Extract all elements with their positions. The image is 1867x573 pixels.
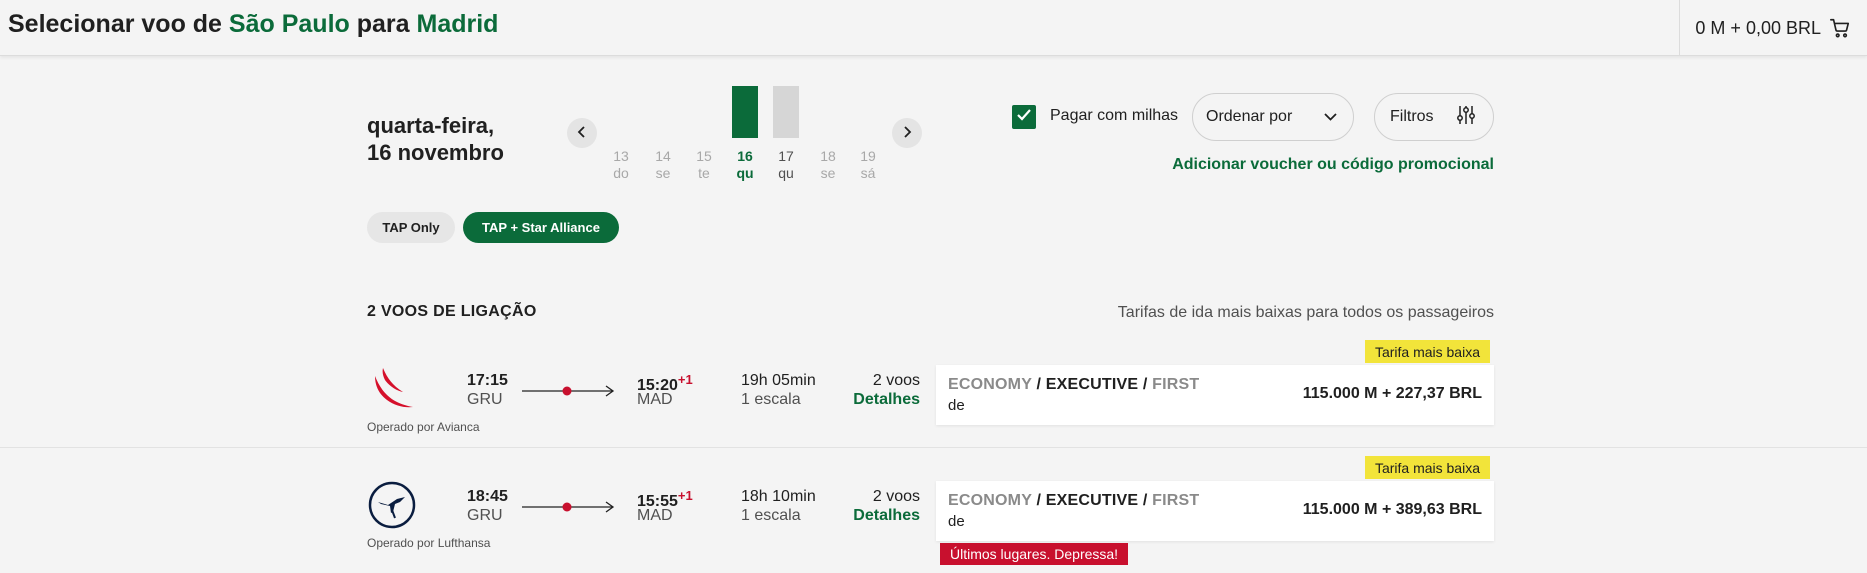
departure-airport: GRU bbox=[467, 507, 503, 524]
title-mid: para bbox=[349, 10, 417, 38]
cabin-first: FIRST bbox=[1152, 492, 1200, 509]
title-prefix: Selecionar voo de bbox=[8, 10, 229, 38]
departure-time: 17:15 bbox=[467, 372, 508, 389]
day-abbr: qu bbox=[778, 165, 794, 181]
flight-stops: 1 escala bbox=[741, 507, 801, 524]
day-16-selected[interactable]: 16 qu bbox=[730, 148, 760, 182]
flights-count: 2 voos bbox=[872, 488, 920, 505]
from-label: de bbox=[948, 513, 965, 530]
fare-price: 115.000 M + 389,63 BRL bbox=[1302, 501, 1482, 518]
cabin-executive: EXECUTIVE bbox=[1045, 492, 1139, 509]
flight-details-link[interactable]: Detalhes bbox=[853, 507, 920, 525]
from-label: de bbox=[948, 397, 965, 414]
fare-price: 115.000 M + 227,37 BRL bbox=[1302, 385, 1482, 402]
add-voucher-link[interactable]: Adicionar voucher ou código promocional bbox=[1172, 156, 1494, 174]
cart-total: 0 M + 0,00 BRL bbox=[1695, 17, 1821, 38]
day-number: 16 bbox=[737, 148, 753, 164]
day-abbr: qu bbox=[736, 165, 754, 181]
day-abbr: do bbox=[613, 165, 629, 181]
day-offset: +1 bbox=[677, 372, 693, 387]
day-number: 19 bbox=[860, 148, 876, 164]
page-title: Selecionar voo de São Paulo para Madrid bbox=[8, 10, 498, 39]
arrival-airport: MAD bbox=[637, 507, 673, 524]
flight-details-link[interactable]: Detalhes bbox=[853, 391, 920, 409]
departure-airport: GRU bbox=[467, 391, 503, 408]
chevron-down-icon bbox=[1324, 108, 1337, 126]
day-19[interactable]: 19 sá bbox=[853, 148, 883, 182]
day-abbr: sá bbox=[860, 165, 876, 181]
operated-by: Operado por Lufthansa bbox=[367, 536, 491, 550]
cabin-separator: / bbox=[1138, 376, 1153, 393]
day-17[interactable]: 17 qu bbox=[771, 148, 801, 182]
selected-weekday: quarta-feira, bbox=[367, 113, 495, 138]
flight-row: Operado por Avianca 17:15 GRU 15:20+1 MA… bbox=[0, 332, 1867, 447]
price-bar-day-16[interactable] bbox=[732, 86, 758, 138]
day-number: 15 bbox=[696, 148, 712, 164]
day-14[interactable]: 14 se bbox=[648, 148, 678, 182]
lowest-fare-badge: Tarifa mais baixa bbox=[1364, 456, 1490, 479]
shopping-cart-icon bbox=[1829, 17, 1851, 39]
avianca-logo-icon bbox=[367, 364, 417, 414]
day-abbr: se bbox=[820, 165, 836, 181]
flight-stops: 1 escala bbox=[741, 391, 801, 408]
day-offset: +1 bbox=[677, 488, 693, 503]
arrival-airport: MAD bbox=[637, 391, 673, 408]
lufthansa-logo-icon bbox=[367, 480, 417, 530]
day-15[interactable]: 15 te bbox=[689, 148, 719, 182]
origin-city: São Paulo bbox=[228, 10, 350, 38]
chevron-right-icon bbox=[902, 125, 912, 141]
day-number: 13 bbox=[613, 148, 629, 164]
destination-city: Madrid bbox=[416, 10, 499, 38]
lowest-fare-badge: Tarifa mais baixa bbox=[1364, 340, 1490, 363]
route-connection-icon bbox=[522, 384, 616, 398]
cabin-separator: / bbox=[1031, 492, 1046, 509]
previous-day-button[interactable] bbox=[567, 118, 597, 148]
cabin-classes: ECONOMY / EXECUTIVE / FIRST bbox=[948, 376, 1199, 394]
flight-row: Operado por Lufthansa 18:45 GRU 15:55+1 … bbox=[0, 447, 1867, 565]
last-seats-badge: Últimos lugares. Depressa! bbox=[940, 543, 1129, 565]
price-bar-day-17[interactable] bbox=[773, 86, 799, 138]
tap-only-toggle[interactable]: TAP Only bbox=[367, 212, 455, 243]
departure-time: 18:45 bbox=[467, 488, 508, 505]
selected-date: quarta-feira, 16 novembro bbox=[367, 112, 504, 166]
filters-button[interactable]: Filtros bbox=[1374, 93, 1494, 141]
day-18[interactable]: 18 se bbox=[813, 148, 843, 182]
cabin-executive: EXECUTIVE bbox=[1045, 376, 1139, 393]
cabin-economy: ECONOMY bbox=[948, 376, 1032, 393]
day-abbr: te bbox=[698, 165, 710, 181]
selected-day-month: 16 novembro bbox=[367, 140, 504, 165]
fare-card[interactable]: Tarifa mais baixa ECONOMY / EXECUTIVE / … bbox=[936, 340, 1494, 425]
tap-star-alliance-toggle[interactable]: TAP + Star Alliance bbox=[463, 212, 619, 243]
cabin-economy: ECONOMY bbox=[948, 492, 1032, 509]
route-connection-icon bbox=[522, 500, 616, 514]
top-bar: Selecionar voo de São Paulo para Madrid … bbox=[0, 0, 1867, 56]
sort-label: Ordenar por bbox=[1206, 108, 1293, 125]
pay-with-miles-label[interactable]: Pagar com milhas bbox=[1050, 107, 1178, 125]
operated-by: Operado por Avianca bbox=[367, 420, 480, 434]
pay-with-miles-checkbox[interactable] bbox=[1012, 105, 1036, 129]
results-section-title: 2 VOOS DE LIGAÇÃO bbox=[367, 303, 537, 320]
next-day-button[interactable] bbox=[892, 118, 922, 148]
flight-duration: 18h 10min bbox=[741, 488, 816, 505]
cabin-classes: ECONOMY / EXECUTIVE / FIRST bbox=[948, 492, 1199, 510]
cabin-separator: / bbox=[1031, 376, 1046, 393]
chevron-left-icon bbox=[577, 125, 587, 141]
cabin-separator: / bbox=[1138, 492, 1153, 509]
results-note: Tarifas de ida mais baixas para todos os… bbox=[1117, 304, 1494, 321]
day-number: 14 bbox=[655, 148, 671, 164]
day-abbr: se bbox=[655, 165, 671, 181]
flights-count: 2 voos bbox=[872, 372, 920, 389]
day-number: 17 bbox=[778, 148, 794, 164]
sliders-icon bbox=[1455, 104, 1477, 131]
filters-label: Filtros bbox=[1390, 108, 1434, 125]
fare-card[interactable]: Tarifa mais baixa ECONOMY / EXECUTIVE / … bbox=[936, 456, 1494, 565]
day-number: 18 bbox=[820, 148, 836, 164]
cabin-first: FIRST bbox=[1152, 376, 1200, 393]
flight-duration: 19h 05min bbox=[741, 372, 816, 389]
cart-button[interactable]: 0 M + 0,00 BRL bbox=[1679, 0, 1867, 56]
day-13[interactable]: 13 do bbox=[606, 148, 636, 182]
check-icon bbox=[1016, 108, 1032, 127]
sort-dropdown[interactable]: Ordenar por bbox=[1192, 93, 1354, 141]
